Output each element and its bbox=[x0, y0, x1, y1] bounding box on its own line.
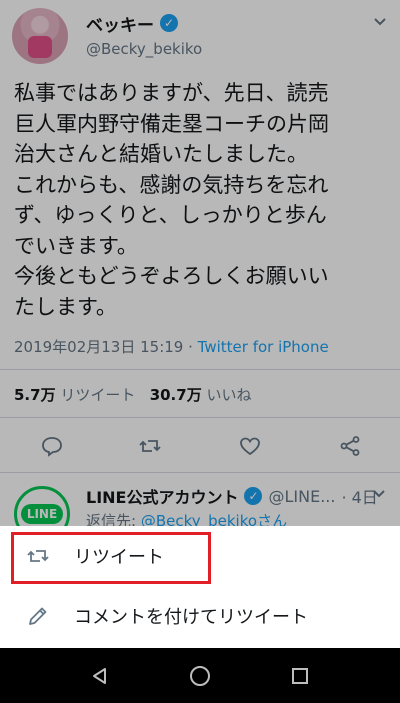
modal-overlay[interactable] bbox=[0, 0, 400, 526]
pencil-icon bbox=[26, 604, 50, 628]
highlight-box bbox=[11, 532, 211, 584]
quote-retweet-option[interactable]: コメントを付けてリツイート bbox=[0, 588, 400, 644]
android-navigation-bar bbox=[0, 648, 400, 703]
back-triangle-icon[interactable] bbox=[88, 664, 112, 688]
home-circle-icon[interactable] bbox=[188, 664, 212, 688]
quote-retweet-option-label: コメントを付けてリツイート bbox=[74, 607, 308, 628]
recents-square-icon[interactable] bbox=[288, 664, 312, 688]
